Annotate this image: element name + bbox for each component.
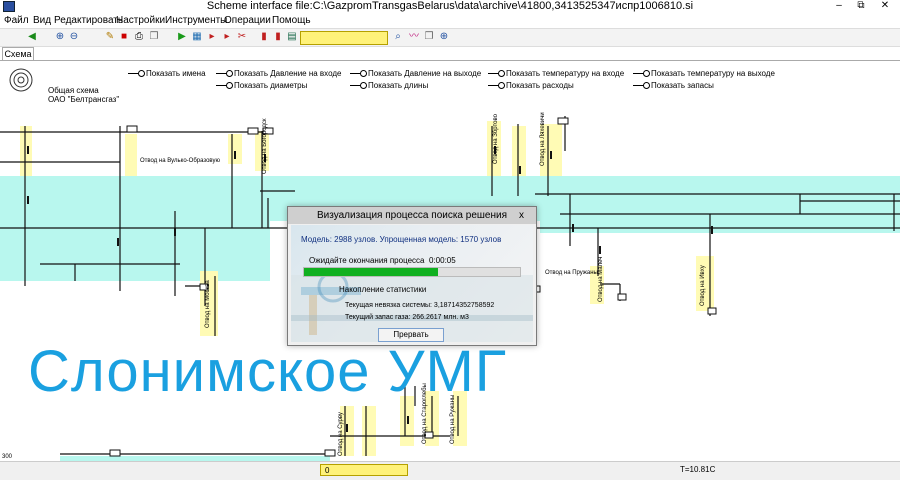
menu-tools[interactable]: Инструменты: [165, 14, 227, 27]
residual-text: Текущая невязка системы: 3,1871435275859…: [345, 302, 495, 309]
region-label: Слонимское УМГ: [28, 339, 508, 404]
pencil-icon[interactable]: ✎: [104, 31, 116, 43]
progress-fill: [304, 268, 438, 276]
option-pressure-out[interactable]: Показать Давление на выходе: [350, 69, 481, 79]
schema-logo-icon: [9, 68, 33, 92]
elapsed-time: 0:00:05: [429, 256, 456, 265]
menu-settings[interactable]: Настройки: [116, 14, 165, 27]
window-title: Scheme interface file:C:\GazpromTransgas…: [206, 0, 694, 12]
branch-label: Отвод на Малеч: [598, 256, 604, 302]
tab-strip: Схема: [0, 46, 900, 61]
search-icon[interactable]: ⌕: [392, 31, 404, 43]
tool-1-icon[interactable]: ▮: [258, 31, 270, 43]
zoom-out-icon[interactable]: ⊖: [68, 31, 80, 43]
node-number: 300: [2, 454, 13, 460]
back-arrow-icon[interactable]: ◀: [26, 31, 38, 43]
schema-title: Общая схема ОАО "Белтрансгаз": [48, 86, 120, 104]
menu-file[interactable]: Файл: [4, 14, 29, 27]
copy-icon[interactable]: ❐: [148, 31, 160, 43]
option-temp-out[interactable]: Показать температуру на выходе: [633, 69, 775, 79]
option-stocks[interactable]: Показать запасы: [633, 81, 714, 91]
model-size-text: Модель: 2988 узлов. Упрощенная модель: 1…: [301, 235, 502, 244]
option-temp-in[interactable]: Показать температуру на входе: [488, 69, 624, 79]
grid-icon[interactable]: ▦: [191, 31, 203, 43]
menu-operations[interactable]: Операции: [224, 14, 271, 27]
marker-1-icon[interactable]: ▸: [206, 31, 218, 43]
zoom-icon[interactable]: ⊕: [438, 31, 450, 43]
branch-label: Отвод на Ляхевичи: [540, 112, 546, 166]
maximize-button[interactable]: ⧉: [850, 0, 872, 12]
option-show-names[interactable]: Показать имена: [128, 69, 206, 79]
status-field[interactable]: 0: [320, 464, 408, 476]
dialog-close-button[interactable]: x: [515, 209, 528, 222]
dialog-body: Модель: 2988 узлов. Упрощенная модель: 1…: [291, 225, 533, 342]
tool-2-icon[interactable]: ▮: [272, 31, 284, 43]
menu-help[interactable]: Помощь: [272, 14, 311, 27]
option-lengths[interactable]: Показать длины: [350, 81, 428, 91]
title-bar: Scheme interface file:C:\GazpromTransgas…: [0, 0, 900, 12]
dialog-title: Визуализация процесса поиска решения: [288, 207, 536, 224]
progress-bar: [303, 267, 521, 277]
option-diameters[interactable]: Показать диаметры: [216, 81, 307, 91]
pages-icon[interactable]: ❐: [423, 31, 435, 43]
solver-progress-dialog: Визуализация процесса поиска решения x М…: [287, 206, 537, 346]
branch-label: Отвод на Пружаны: [545, 270, 598, 276]
print-icon[interactable]: ⎙: [133, 31, 145, 43]
status-bar: 0 T=10.81C: [0, 461, 900, 480]
stop-icon[interactable]: ■: [118, 31, 130, 43]
option-flows[interactable]: Показать расходы: [488, 81, 574, 91]
abort-button[interactable]: Прервать: [378, 328, 444, 342]
accumulation-label: Накопление статистики: [339, 285, 427, 294]
toolbar: ◀ ⊕ ⊖ ✎ ■ ⎙ ❐ ▶ ▦ ▸ ▸ ✂ ▮ ▮ ▤ ⌕ 〰 ❐ ⊕: [0, 28, 900, 47]
gas-stock-text: Текущий запас газа: 266.2617 млн. м3: [345, 314, 469, 321]
branch-label: Отвод на Москва: [205, 280, 211, 328]
zoom-in-icon[interactable]: ⊕: [54, 31, 66, 43]
toolbar-search-input[interactable]: [300, 31, 388, 45]
menu-bar: Файл Вид Редактировать Настройки Инструм…: [0, 13, 900, 28]
branch-label: Отвод на Сурву: [338, 412, 344, 456]
play-icon[interactable]: ▶: [176, 31, 188, 43]
branch-label: Отвод на Вулько-Образовую: [140, 158, 220, 164]
tab-schema[interactable]: Схема: [2, 47, 34, 60]
chart-icon[interactable]: 〰: [408, 31, 420, 43]
branch-label: Отвод на Ивху: [700, 265, 706, 306]
marker-3-icon[interactable]: ✂: [236, 31, 248, 43]
close-button[interactable]: ✕: [874, 0, 896, 12]
menu-edit[interactable]: Редактировать: [54, 14, 123, 27]
schema-header: Общая схема ОАО "Белтрансгаз" Показать и…: [0, 61, 900, 106]
branch-label: Отвод на Збртово: [493, 114, 499, 164]
menu-view[interactable]: Вид: [33, 14, 51, 27]
table-icon[interactable]: ▤: [286, 31, 298, 43]
branch-label: Отвод на Богородск: [262, 118, 268, 174]
wait-label: Ожидайте окончания процесса: [309, 256, 425, 265]
temperature-readout: T=10.81C: [680, 465, 716, 474]
marker-2-icon[interactable]: ▸: [221, 31, 233, 43]
minimize-button[interactable]: –: [828, 0, 850, 12]
option-pressure-in[interactable]: Показать Давление на входе: [216, 69, 341, 79]
